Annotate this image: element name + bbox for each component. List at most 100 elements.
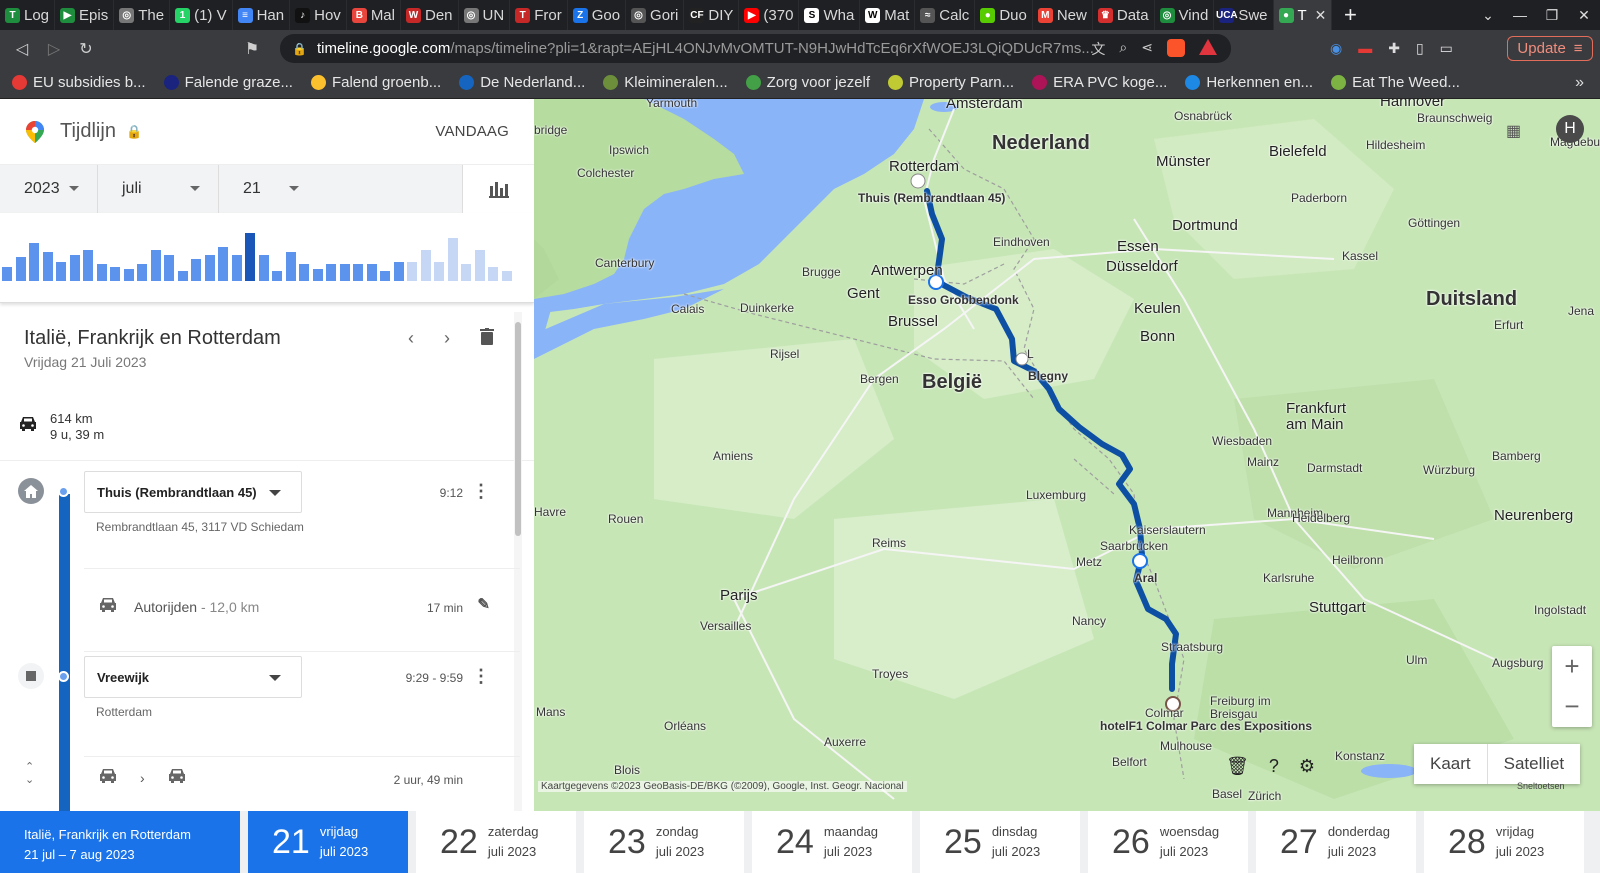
help-icon[interactable]: ? [1269, 756, 1279, 777]
browser-tab[interactable]: ≈ Calc [915, 0, 976, 30]
browser-tab[interactable]: Z Goo [568, 0, 627, 30]
browser-tab[interactable]: T Log [0, 0, 56, 30]
histogram-bar[interactable] [272, 271, 282, 281]
histogram-bar[interactable] [137, 264, 147, 281]
close-tab-icon[interactable]: ✕ [1315, 7, 1327, 24]
drive-row[interactable]: Autorijden - 12,0 km [98, 597, 259, 616]
trip-card[interactable]: Italië, Frankrijk en Rotterdam 21 jul – … [0, 811, 240, 873]
histogram-bar[interactable] [326, 264, 336, 281]
histogram-bar[interactable] [461, 264, 471, 281]
expand-collapse-icon[interactable]: ⌃ ⌄ [25, 761, 34, 787]
day-card[interactable]: 25 dinsdag juli 2023 [920, 811, 1080, 873]
forward-icon[interactable]: ▷ [38, 39, 70, 59]
histogram-bar[interactable] [420, 250, 431, 281]
histogram-bar[interactable] [407, 262, 417, 281]
histogram-bar[interactable] [299, 264, 309, 281]
browser-tab[interactable]: CF DIY [684, 0, 740, 30]
histogram-bar[interactable] [42, 252, 53, 281]
map-type-satellite-button[interactable]: Satelliet [1488, 744, 1580, 784]
browser-tab[interactable]: ● T ✕ [1273, 0, 1333, 30]
browser-tab[interactable]: ◎ UN [459, 0, 511, 30]
histogram-bar[interactable] [231, 255, 242, 281]
histogram-bar[interactable] [56, 262, 66, 281]
brave-rewards-icon[interactable] [1199, 39, 1217, 55]
bookmark-item[interactable]: Zorg voor jezelf [745, 74, 870, 91]
histogram-bar[interactable] [339, 264, 350, 281]
histogram-bar[interactable] [285, 252, 296, 281]
browser-tab[interactable]: ◎ Gori [626, 0, 685, 30]
browser-tab[interactable]: ▶ Epis [55, 0, 115, 30]
histogram-bar[interactable] [150, 250, 161, 281]
histogram-bar[interactable] [164, 255, 174, 281]
histogram-bar[interactable] [15, 257, 26, 281]
day-card[interactable]: 24 maandag juli 2023 [752, 811, 912, 873]
bookmark-item[interactable]: De Nederland... [459, 74, 585, 91]
edit-magic-icon[interactable]: ✎ [477, 595, 490, 613]
histogram-bar[interactable] [191, 259, 201, 281]
today-button[interactable]: VANDAAG [435, 123, 509, 140]
month-select[interactable]: juli [98, 165, 219, 213]
histogram-bar[interactable] [393, 262, 404, 281]
histogram-bar[interactable] [177, 271, 188, 281]
histogram-bar[interactable] [474, 250, 485, 281]
settings-gear-icon[interactable]: ⚙ [1299, 756, 1315, 777]
histogram-bar[interactable] [434, 262, 444, 281]
browser-tab[interactable]: W Den [401, 0, 459, 30]
tab-search-icon[interactable]: ⌄ [1472, 7, 1504, 24]
day-card[interactable]: 22 zaterdag juli 2023 [416, 811, 576, 873]
day-card[interactable]: 28 vrijdag juli 2023 [1424, 811, 1584, 873]
back-icon[interactable]: ◁ [6, 39, 38, 59]
browser-tab[interactable]: UCA Swe [1214, 0, 1274, 30]
brave-shields-icon[interactable] [1167, 39, 1185, 57]
browser-tab[interactable]: 1 (1) V [170, 0, 233, 30]
extension-blue-icon[interactable]: ◉ [1330, 40, 1342, 57]
histogram-bar[interactable] [29, 243, 39, 281]
next-drive-row[interactable]: › [98, 768, 187, 787]
histogram-bar[interactable] [83, 250, 93, 281]
map-type-map-button[interactable]: Kaart [1414, 744, 1488, 784]
histogram-bar[interactable] [96, 264, 107, 281]
delete-day-icon[interactable] [480, 328, 494, 350]
minimize-icon[interactable]: — [1504, 7, 1536, 24]
browser-tab[interactable]: ≡ Han [233, 0, 291, 30]
zoom-in-button[interactable]: + [1552, 646, 1592, 686]
bookmark-item[interactable]: EU subsidies b... [12, 74, 146, 91]
histogram-bar[interactable] [501, 271, 512, 281]
histogram-bar[interactable] [312, 269, 323, 281]
next-day-icon[interactable]: › [444, 328, 450, 350]
zoom-icon[interactable]: ⌕ [1119, 39, 1127, 59]
bookmark-item[interactable]: Herkennen en... [1185, 74, 1313, 91]
stats-chart-icon[interactable] [462, 165, 534, 213]
histogram-bar[interactable] [366, 264, 377, 281]
bookmark-item[interactable]: ERA PVC koge... [1032, 74, 1167, 91]
keyboard-shortcuts-link[interactable]: Sneltoetsen [1517, 781, 1565, 791]
apps-grid-icon[interactable]: ▦ [1506, 121, 1521, 141]
previous-day-icon[interactable]: ‹ [408, 328, 414, 350]
histogram-bar[interactable] [204, 255, 215, 281]
more-options-icon[interactable]: ⋮ [472, 481, 490, 502]
maximize-icon[interactable]: ❐ [1536, 7, 1568, 24]
sidebar-icon[interactable]: ▯ [1416, 40, 1424, 57]
browser-tab[interactable]: ▶ (370 [739, 0, 800, 30]
more-options-icon[interactable]: ⋮ [472, 666, 490, 687]
trash-icon[interactable]: 🗑 [1226, 756, 1249, 777]
histogram-bar[interactable] [110, 267, 120, 281]
bookmark-item[interactable]: Property Parn... [888, 74, 1014, 91]
browser-tab[interactable]: B Mal [347, 0, 401, 30]
browser-tab[interactable]: ♪ Hov [290, 0, 347, 30]
browser-tab[interactable]: ● Duo [975, 0, 1033, 30]
extensions-puzzle-icon[interactable]: ✚ [1388, 40, 1400, 57]
histogram-bar[interactable] [69, 255, 80, 281]
browser-tab[interactable]: S Wha [799, 0, 861, 30]
day-card[interactable]: 23 zondag juli 2023 [584, 811, 744, 873]
extension-red-icon[interactable]: ▬ [1358, 40, 1372, 57]
bookmark-item[interactable]: Falend groenb... [310, 74, 441, 91]
histogram-bar[interactable] [353, 264, 363, 281]
histogram-bar[interactable] [123, 269, 134, 281]
browser-tab[interactable]: M New [1033, 0, 1093, 30]
histogram-bar[interactable] [218, 247, 228, 281]
histogram-bar[interactable] [488, 267, 498, 281]
browser-tab[interactable]: T Fror [510, 0, 568, 30]
bookmark-item[interactable]: Eat The Weed... [1331, 74, 1460, 91]
day-card[interactable]: 27 donderdag juli 2023 [1256, 811, 1416, 873]
